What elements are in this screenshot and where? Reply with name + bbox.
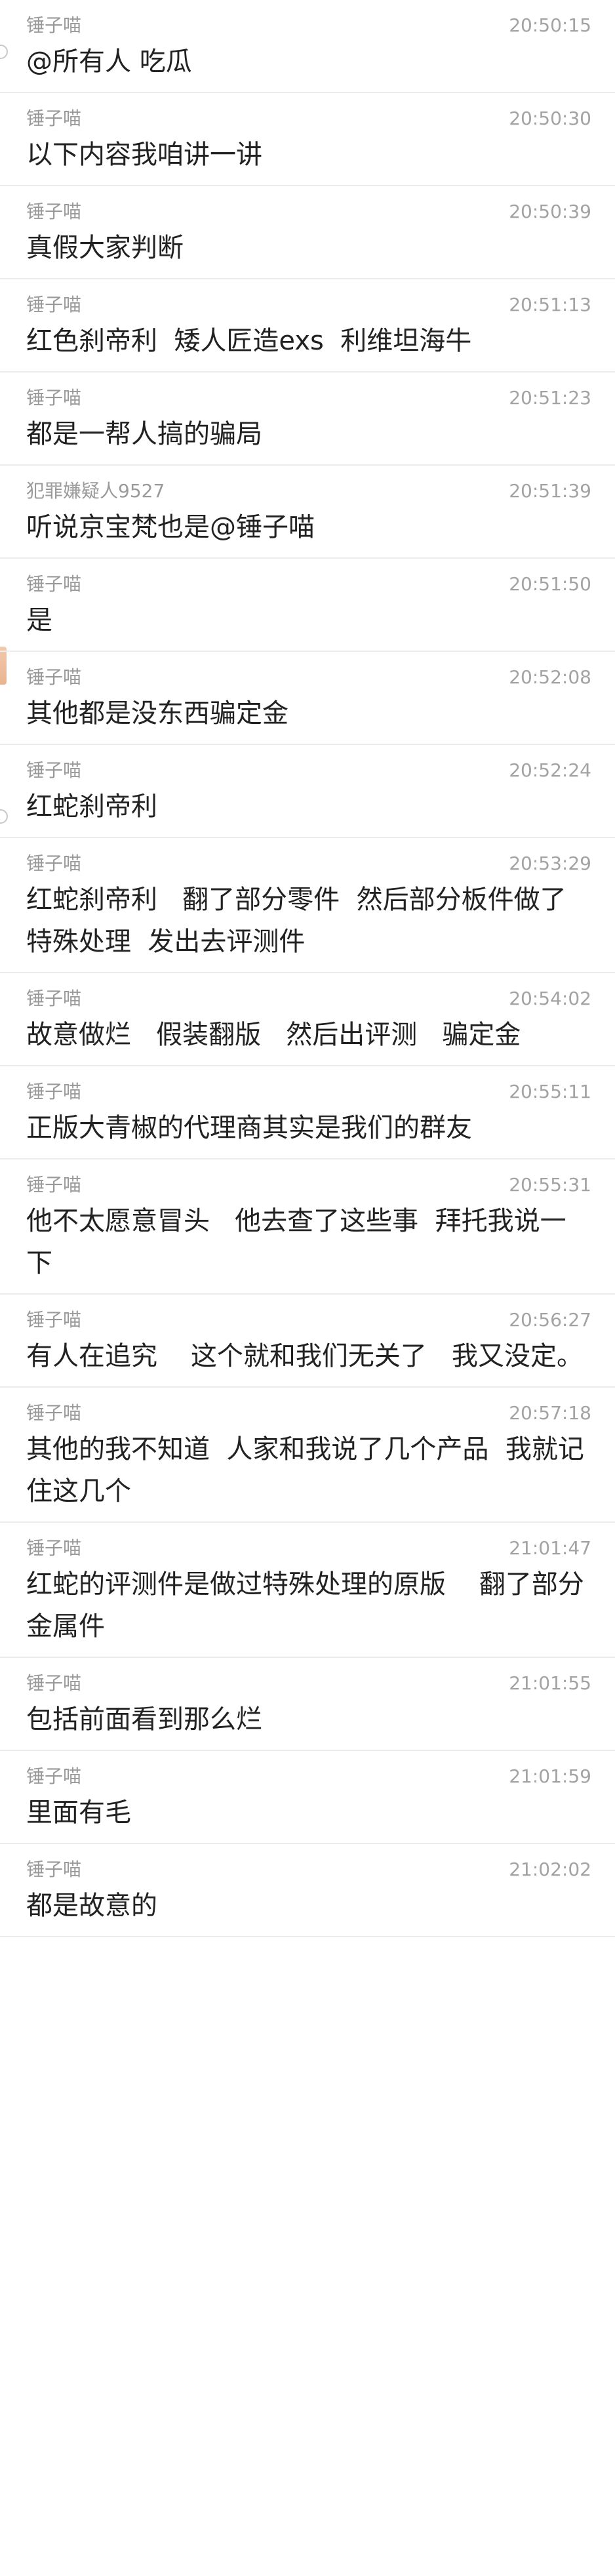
message-timestamp: 21:01:47 xyxy=(509,1537,591,1559)
message-timestamp: 20:51:23 xyxy=(509,387,591,409)
message-timestamp: 20:52:08 xyxy=(509,666,591,688)
sender-name[interactable]: 锤子喵 xyxy=(26,759,81,782)
message-row[interactable]: 锤子喵 20:54:02 故意做烂 假装翻版 然后出评测 骗定金 xyxy=(0,973,615,1066)
sender-name[interactable]: 锤子喵 xyxy=(26,1537,81,1560)
message-meta: 锤子喵 20:52:08 xyxy=(26,666,615,689)
message-row[interactable]: 锤子喵 20:50:39 真假大家判断 xyxy=(0,186,615,279)
message-timestamp: 20:57:18 xyxy=(509,1402,591,1424)
message-text: 其他都是没东西骗定金 xyxy=(26,698,288,729)
message-meta: 锤子喵 20:50:15 xyxy=(26,14,615,37)
message-text: 正版大青椒的代理商其实是我们的群友 xyxy=(26,1113,472,1143)
message-meta: 锤子喵 20:53:29 xyxy=(26,853,615,875)
message-timestamp: 20:50:39 xyxy=(509,201,591,222)
message-meta: 犯罪嫌疑人9527 20:51:39 xyxy=(26,480,615,502)
message-timestamp: 20:50:30 xyxy=(509,108,591,129)
message-timestamp: 20:53:29 xyxy=(509,853,591,874)
message-meta: 锤子喵 20:51:23 xyxy=(26,387,615,409)
sender-name[interactable]: 锤子喵 xyxy=(26,573,81,595)
message-timestamp: 20:51:50 xyxy=(509,573,591,595)
message-meta: 锤子喵 21:01:55 xyxy=(26,1672,615,1695)
message-text: 真假大家判断 xyxy=(26,233,184,263)
message-text: 他不太愿意冒头 他去查了这些事 拜托我说一下 xyxy=(26,1206,566,1278)
message-text: 都是一帮人搞的骗局 xyxy=(26,419,262,449)
sender-name[interactable]: 锤子喵 xyxy=(26,1402,81,1424)
sender-name[interactable]: 锤子喵 xyxy=(26,666,81,689)
message-row[interactable]: 锤子喵 20:51:13 红色刹帝利 矮人匠造exs 利维坦海牛 xyxy=(0,279,615,372)
message-row[interactable]: 锤子喵 20:50:30 以下内容我咱讲一讲 xyxy=(0,93,615,186)
message-row[interactable]: 锤子喵 20:56:27 有人在追究 这个就和我们无关了 我又没定。 xyxy=(0,1295,615,1388)
message-text: 是 xyxy=(26,605,52,635)
message-meta: 锤子喵 20:56:27 xyxy=(26,1309,615,1331)
message-meta: 锤子喵 20:55:31 xyxy=(26,1174,615,1196)
message-timestamp: 20:52:24 xyxy=(509,759,591,781)
message-row[interactable]: 锤子喵 21:01:55 包括前面看到那么烂 xyxy=(0,1658,615,1751)
message-timestamp: 21:01:59 xyxy=(509,1765,591,1787)
chat-history[interactable]: 锤子喵 20:50:15 @所有人 吃瓜 锤子喵 20:50:30 以下内容我咱讲一讲 锤子… xyxy=(0,0,615,1937)
message-meta: 锤子喵 20:51:13 xyxy=(26,294,615,316)
sender-name[interactable]: 锤子喵 xyxy=(26,201,81,223)
message-row[interactable]: 锤子喵 21:01:47 红蛇的评测件是做过特殊处理的原版 翻了部分金属件 xyxy=(0,1523,615,1658)
message-row[interactable]: 锤子喵 21:02:02 都是故意的 xyxy=(0,1844,615,1937)
message-meta: 锤子喵 20:55:11 xyxy=(26,1081,615,1103)
message-text: @所有人 吃瓜 xyxy=(26,47,192,77)
message-timestamp: 20:56:27 xyxy=(509,1309,591,1331)
message-row[interactable]: 犯罪嫌疑人9527 20:51:39 听说京宝梵也是@锤子喵 xyxy=(0,466,615,559)
message-row[interactable]: 锤子喵 20:57:18 其他的我不知道 人家和我说了几个产品 我就记住这几个 xyxy=(0,1388,615,1523)
sender-name[interactable]: 锤子喵 xyxy=(26,294,81,316)
message-timestamp: 20:51:39 xyxy=(509,480,591,502)
message-text: 以下内容我咱讲一讲 xyxy=(26,140,262,170)
message-timestamp: 21:01:55 xyxy=(509,1672,591,1694)
sender-name[interactable]: 锤子喵 xyxy=(26,108,81,130)
message-text: 红蛇刹帝利 翻了部分零件 然后部分板件做了特殊处理 发出去评测件 xyxy=(26,885,566,957)
message-text: 里面有毛 xyxy=(26,1798,131,1828)
sender-name[interactable]: 锤子喵 xyxy=(26,1174,81,1196)
sender-name[interactable]: 锤子喵 xyxy=(26,1081,81,1103)
message-meta: 锤子喵 20:50:39 xyxy=(26,201,615,223)
message-meta: 锤子喵 21:01:47 xyxy=(26,1537,615,1560)
message-text: 听说京宝梵也是@锤子喵 xyxy=(26,512,315,542)
message-text: 其他的我不知道 人家和我说了几个产品 我就记住这几个 xyxy=(26,1434,584,1506)
sender-name[interactable]: 锤子喵 xyxy=(26,1672,81,1695)
message-row[interactable]: 锤子喵 20:55:11 正版大青椒的代理商其实是我们的群友 xyxy=(0,1066,615,1159)
sender-name[interactable]: 锤子喵 xyxy=(26,853,81,875)
message-meta: 锤子喵 20:51:50 xyxy=(26,573,615,595)
message-timestamp: 20:55:11 xyxy=(509,1081,591,1102)
message-row[interactable]: 锤子喵 21:01:59 里面有毛 xyxy=(0,1751,615,1844)
message-text: 红蛇刹帝利 xyxy=(26,792,157,822)
message-text: 都是故意的 xyxy=(26,1891,157,1921)
message-text: 红蛇的评测件是做过特殊处理的原版 翻了部分金属件 xyxy=(26,1569,584,1641)
message-row[interactable]: 锤子喵 20:50:15 @所有人 吃瓜 xyxy=(0,0,615,93)
message-timestamp: 20:55:31 xyxy=(509,1174,591,1196)
message-text: 有人在追究 这个就和我们无关了 我又没定。 xyxy=(26,1341,584,1371)
message-meta: 锤子喵 21:01:59 xyxy=(26,1765,615,1788)
message-row[interactable]: 锤子喵 20:52:24 红蛇刹帝利 xyxy=(0,745,615,838)
message-meta: 锤子喵 20:57:18 xyxy=(26,1402,615,1424)
sender-name[interactable]: 锤子喵 xyxy=(26,14,81,37)
sender-name[interactable]: 犯罪嫌疑人9527 xyxy=(26,480,165,502)
message-row[interactable]: 锤子喵 20:53:29 红蛇刹帝利 翻了部分零件 然后部分板件做了特殊处理 发出去… xyxy=(0,838,615,973)
message-row[interactable]: 锤子喵 20:51:23 都是一帮人搞的骗局 xyxy=(0,372,615,466)
message-text: 故意做烂 假装翻版 然后出评测 骗定金 xyxy=(26,1020,521,1050)
message-timestamp: 20:51:13 xyxy=(509,294,591,315)
message-meta: 锤子喵 20:54:02 xyxy=(26,988,615,1010)
message-text: 包括前面看到那么烂 xyxy=(26,1704,262,1735)
sender-name[interactable]: 锤子喵 xyxy=(26,387,81,409)
message-timestamp: 21:02:02 xyxy=(509,1859,591,1880)
message-timestamp: 20:54:02 xyxy=(509,988,591,1009)
message-row[interactable]: 锤子喵 20:55:31 他不太愿意冒头 他去查了这些事 拜托我说一下 xyxy=(0,1159,615,1295)
sender-name[interactable]: 锤子喵 xyxy=(26,1859,81,1881)
message-row[interactable]: 锤子喵 20:51:50 是 xyxy=(0,559,615,652)
message-meta: 锤子喵 21:02:02 xyxy=(26,1859,615,1881)
message-text: 红色刹帝利 矮人匠造exs 利维坦海牛 xyxy=(26,326,472,356)
message-meta: 锤子喵 20:50:30 xyxy=(26,108,615,130)
message-meta: 锤子喵 20:52:24 xyxy=(26,759,615,782)
sender-name[interactable]: 锤子喵 xyxy=(26,1309,81,1331)
sender-name[interactable]: 锤子喵 xyxy=(26,988,81,1010)
message-row[interactable]: 锤子喵 20:52:08 其他都是没东西骗定金 xyxy=(0,652,615,745)
message-timestamp: 20:50:15 xyxy=(509,14,591,36)
sender-name[interactable]: 锤子喵 xyxy=(26,1765,81,1788)
